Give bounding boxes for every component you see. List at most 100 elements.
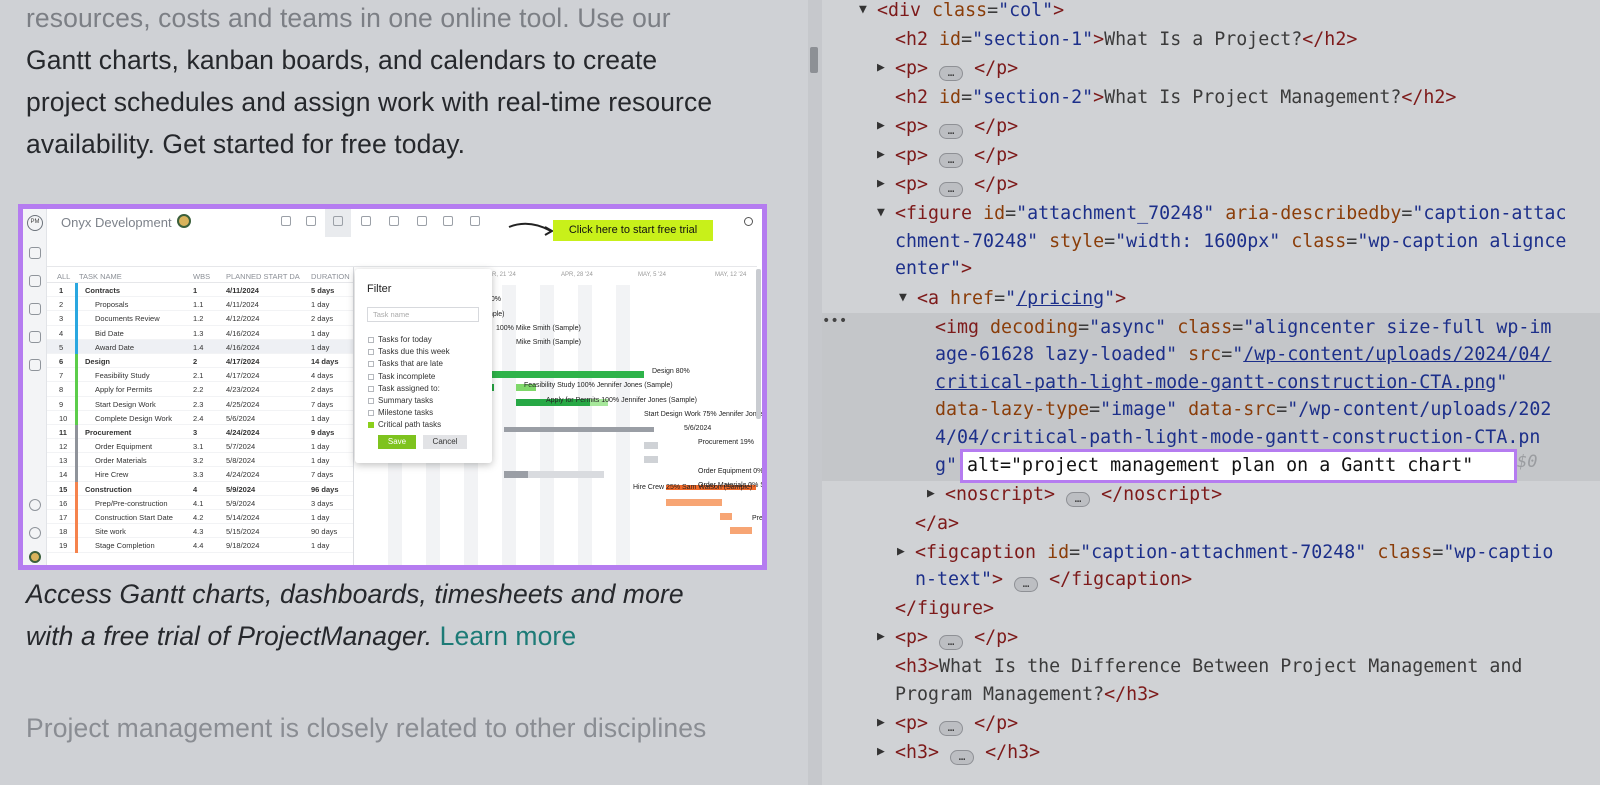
caption-line: with a free trial of ProjectManager. Lea… [26,615,786,657]
dom-node-line[interactable]: <p> … </p> [895,170,1018,199]
table-row: 5 Award Date 1.4 4/16/2024 1 day [47,339,353,354]
code-token: <p> [895,174,929,195]
dom-node-line[interactable]: chment-70248" style="width: 1600px" clas… [895,227,1566,256]
dom-node-line[interactable]: <img decoding="async" class="aligncenter… [935,313,1551,342]
expand-triangle-icon[interactable]: ▶ [877,147,885,162]
collapsed-ellipsis-icon[interactable]: … [950,750,975,765]
cell-start: 4/11/2024 [226,300,259,310]
article-lead-paragraph: resources, costs and teams in one online… [26,0,786,165]
dom-node-line[interactable]: <p> … </p> [895,54,1018,83]
col-wbs: WBS [193,272,211,281]
dom-node-line[interactable]: <div class="col"> [877,0,1064,25]
dom-node-line[interactable]: <h2 id="section-1">What Is a Project?</h… [895,25,1357,54]
dom-node-line[interactable]: <p> … </p> [895,623,1018,652]
gantt-task-label: 100% Mike Smith (Sample) [496,325,581,332]
collapse-triangle-icon[interactable]: ▼ [877,205,885,220]
cell-start: 4/24/2024 [226,427,260,437]
collapsed-ellipsis-icon[interactable]: … [939,635,964,650]
checkbox-icon [368,337,374,343]
dom-node-line[interactable]: </figure> [895,594,994,623]
cell-start: 5/7/2024 [226,442,256,452]
filter-cancel-button: Cancel [423,435,467,449]
alt-attribute-highlight[interactable]: alt="project management plan on a Gantt … [960,449,1517,483]
table-row: 13 Order Materials 3.2 5/8/2024 1 day [47,453,353,468]
dom-node-line[interactable]: <a href="/pricing"> [917,284,1126,313]
project-avatar [177,214,191,228]
expand-triangle-icon[interactable]: ▶ [877,629,885,644]
code-token: "section-1" [972,29,1094,50]
collapsed-ellipsis-icon[interactable]: … [939,182,964,197]
dom-node-line[interactable]: <h3>What Is the Difference Between Proje… [895,652,1522,681]
code-token: " [1005,288,1017,309]
expand-triangle-icon[interactable]: ▶ [877,176,885,191]
cell-dur: 1 day [311,442,330,452]
collapsed-ellipsis-icon[interactable]: … [1014,577,1039,592]
table-row: 16 Prep/Pre-construction 4.1 5/9/2024 3 days [47,495,353,510]
cell-wbs: 4.1 [193,498,204,508]
cell-n: 12 [59,442,68,452]
dom-node-line[interactable]: Program Management?</h3> [895,680,1159,709]
expand-triangle-icon[interactable]: ▶ [877,60,885,75]
dom-node-line[interactable]: enter"> [895,254,972,283]
table-row: 18 Site work 4.3 5/15/2024 90 days [47,524,353,539]
collapsed-ellipsis-icon[interactable]: … [939,721,964,736]
cell-n: 17 [59,513,68,522]
cell-dur: 9 days [311,427,335,437]
row-color-bar [75,410,78,425]
code-token: <h3> [895,656,940,677]
dom-node-line[interactable]: <noscript> … </noscript> [945,480,1222,509]
collapsed-ellipsis-icon[interactable]: … [1066,492,1091,507]
table-row: 2 Proposals 1.1 4/11/2024 1 day [47,297,353,312]
gantt-screenshot-link[interactable]: PM Onyx Development Click here to start … [18,204,767,570]
dom-node-line[interactable]: critical-path-light-mode-gantt-construct… [935,368,1507,397]
collapsed-ellipsis-icon[interactable]: … [939,153,964,168]
expand-triangle-icon[interactable]: ▶ [877,118,885,133]
dom-node-line[interactable]: n-text"> … </figcaption> [915,565,1192,594]
dom-node-line[interactable]: g" [935,451,957,480]
weekend-column [616,285,630,565]
expand-triangle-icon[interactable]: ▶ [897,544,905,559]
dom-node-line[interactable]: data-lazy-type="image" data-src="/wp-con… [935,395,1551,424]
dom-node-line[interactable]: <p> … </p> [895,112,1018,141]
gantt-bar [666,499,722,506]
collapse-triangle-icon[interactable]: ▼ [859,2,867,17]
dom-node-line[interactable]: <h3> … </h3> [895,738,1040,767]
collapsed-ellipsis-icon[interactable]: … [939,124,964,139]
checkbox-icon [368,398,374,404]
filter-option: Milestone tasks [368,408,433,417]
node-actions-dots[interactable]: ••• [822,313,847,329]
cell-dur: 14 days [311,356,339,366]
expand-triangle-icon[interactable]: ▶ [927,486,935,501]
page-scrollbar-thumb[interactable] [810,47,818,73]
cell-dur: 1 day [311,456,330,466]
gantt-view-icon [333,216,343,226]
cell-wbs: 1.2 [193,314,204,324]
cell-n: 13 [59,456,68,466]
row-color-bar [75,524,78,539]
dom-node-line[interactable]: age-61628 lazy-loaded" src="/wp-content/… [935,340,1551,369]
dom-node-line[interactable]: <figure id="attachment_70248" aria-descr… [895,199,1566,228]
code-token: "wp-captio [1443,542,1554,563]
dom-node-line[interactable]: <h2 id="section-2">What Is Project Manag… [895,83,1456,112]
cell-wbs: 3 [193,427,198,437]
filter-title: Filter [367,283,392,295]
code-token: </p> [974,713,1019,734]
cell-name: Award Date [95,342,135,352]
learn-more-link[interactable]: Learn more [440,621,577,651]
page-scrollbar-track[interactable] [808,0,822,785]
code-token: data-lazy-type [935,399,1090,420]
filter-save-button: Save [378,435,416,449]
dom-node-line[interactable]: </a> [915,509,959,538]
collapsed-ellipsis-icon[interactable]: … [939,66,964,81]
collapse-triangle-icon[interactable]: ▼ [899,290,907,305]
dom-node-line[interactable]: <p> … </p> [895,141,1018,170]
cell-dur: 1 day [311,541,330,551]
dom-node-line[interactable]: <figcaption id="caption-attachment-70248… [915,538,1553,567]
dom-node-line[interactable]: <p> … </p> [895,709,1018,738]
dom-node-line[interactable]: 4/04/critical-path-light-mode-gantt-cons… [935,423,1540,452]
table-row: 1 Contracts 1 4/11/2024 5 days [47,283,353,298]
code-token: id [939,29,962,50]
code-token: <p> [895,713,929,734]
expand-triangle-icon[interactable]: ▶ [877,715,885,730]
expand-triangle-icon[interactable]: ▶ [877,744,885,759]
